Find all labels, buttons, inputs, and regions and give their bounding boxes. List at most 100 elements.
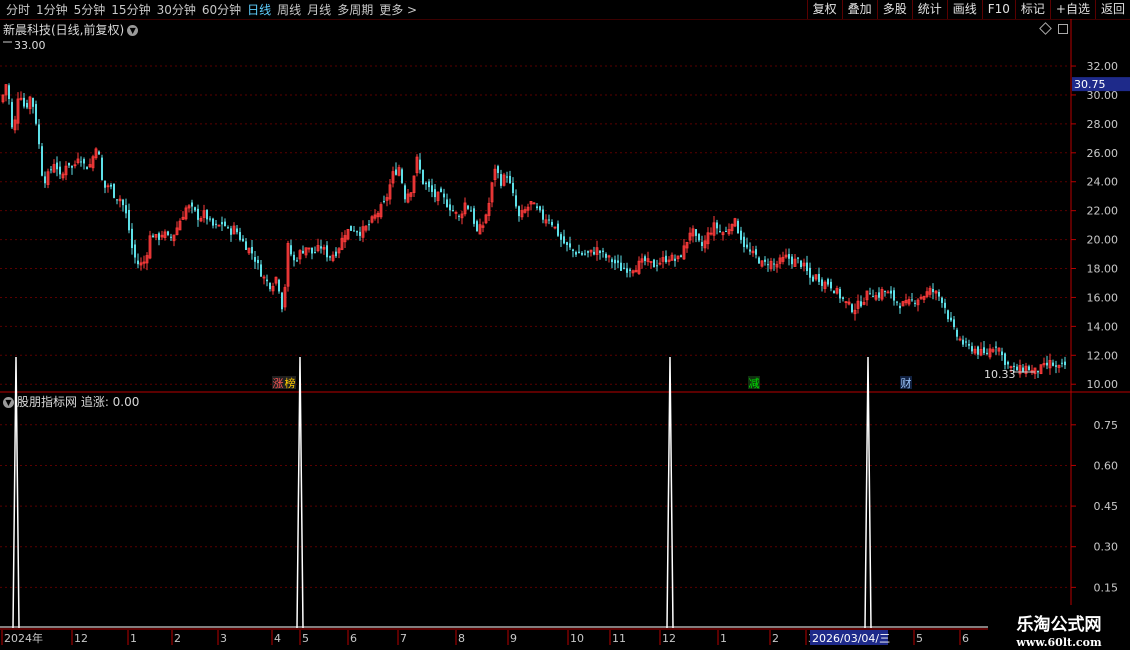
- candle-body: [860, 301, 862, 307]
- high-price-label: 33.00: [14, 39, 46, 52]
- candle-body: [1037, 370, 1039, 373]
- candle-body: [56, 162, 58, 170]
- candle-body: [443, 193, 445, 198]
- candle-body: [773, 263, 775, 265]
- candle-body: [791, 256, 793, 265]
- candle-body: [329, 256, 331, 258]
- candle-body: [122, 199, 124, 206]
- candle-body: [467, 205, 469, 209]
- candle-body: [623, 267, 625, 269]
- candle-body: [152, 235, 154, 238]
- candle-body: [788, 254, 790, 259]
- candle-body: [302, 250, 304, 254]
- candle-body: [986, 352, 988, 354]
- date-label: 2: [772, 632, 779, 645]
- candle-body: [1028, 366, 1030, 371]
- candle-body: [800, 260, 802, 268]
- indicator-tick-label: 0.15: [1094, 581, 1119, 594]
- candle-body: [842, 297, 844, 299]
- candle-body: [110, 184, 112, 187]
- candle-body: [1016, 366, 1018, 371]
- main-chart-title: 新晨科技(日线,前复权) ▼: [3, 21, 139, 38]
- candle-body: [311, 247, 313, 254]
- candle-body: [473, 208, 475, 224]
- candle-body: [458, 215, 460, 217]
- candle-body: [125, 205, 127, 214]
- candle-body: [665, 255, 667, 263]
- date-label: 1: [130, 632, 137, 645]
- price-tick-label: 16.00: [1087, 291, 1119, 304]
- candle-body: [422, 169, 424, 184]
- candle-body: [740, 230, 742, 240]
- candle-body: [41, 146, 43, 176]
- candle-body: [290, 245, 292, 255]
- date-label: 2: [174, 632, 181, 645]
- candle-body: [242, 238, 244, 242]
- candle-body: [983, 347, 985, 354]
- date-label: 6: [350, 632, 357, 645]
- candle-body: [446, 199, 448, 207]
- chevron-down-icon[interactable]: ▼: [3, 397, 14, 408]
- stock-title: 新晨科技(日线,前复权): [3, 23, 125, 37]
- candle-body: [452, 210, 454, 212]
- candle-body: [104, 180, 106, 188]
- candle-body: [230, 228, 232, 235]
- candle-body: [893, 290, 895, 301]
- candle-body: [587, 251, 589, 253]
- candle-body: [764, 259, 766, 262]
- candle-body: [812, 276, 814, 282]
- candle-body: [221, 222, 223, 225]
- candle-body: [557, 223, 559, 236]
- candle-body: [8, 85, 10, 100]
- candle-body: [944, 302, 946, 308]
- date-label: 5: [916, 632, 923, 645]
- candle-body: [806, 262, 808, 272]
- candle-body: [35, 104, 37, 124]
- candle-body: [674, 258, 676, 261]
- indicator-header: ▼ 股朋指标网 追涨: 0.00: [3, 393, 139, 410]
- candle-body: [425, 182, 427, 185]
- candle-body: [896, 301, 898, 303]
- date-label: 8: [458, 632, 465, 645]
- candle-body: [563, 236, 565, 244]
- candle-body: [1001, 351, 1003, 356]
- candle-body: [239, 232, 241, 240]
- window-toggle-icon[interactable]: [1058, 24, 1068, 34]
- event-marker-label: 减: [749, 377, 760, 390]
- candle-body: [1004, 353, 1006, 365]
- candle-body: [749, 249, 751, 252]
- candle-body: [251, 246, 253, 254]
- candle-body: [572, 249, 574, 251]
- date-label: 12: [74, 632, 88, 645]
- candle-body: [851, 304, 853, 313]
- candle-body: [260, 264, 262, 277]
- candle-body: [767, 264, 769, 266]
- candle-body: [506, 176, 508, 178]
- candle-body: [737, 220, 739, 234]
- candle-body: [353, 230, 355, 232]
- candle-body: [350, 225, 352, 231]
- candle-body: [878, 292, 880, 298]
- candle-body: [395, 169, 397, 175]
- candle-body: [38, 124, 40, 145]
- candle-body: [59, 166, 61, 175]
- candle-body: [212, 218, 214, 226]
- candle-body: [965, 341, 967, 343]
- candle-body: [11, 102, 13, 128]
- candle-body: [512, 182, 514, 194]
- candle-body: [1055, 365, 1057, 367]
- candle-body: [626, 268, 628, 273]
- candle-body: [581, 252, 583, 255]
- low-price-label: 10.33: [984, 368, 1016, 381]
- date-label: 2024年: [4, 631, 43, 645]
- candle-body: [335, 251, 337, 257]
- candle-body: [86, 166, 88, 170]
- event-marker-label: 榜: [285, 376, 296, 390]
- candle-body: [1007, 361, 1009, 365]
- candle-body: [548, 219, 550, 221]
- kline-chart[interactable]: 10.00 12.00 14.00 16.00 18.00 20.00 22.00 24.00…: [0, 0, 1130, 650]
- candle-body: [128, 209, 130, 231]
- chevron-down-icon[interactable]: ▼: [127, 25, 139, 36]
- candle-body: [476, 221, 478, 231]
- candle-body: [1064, 361, 1066, 366]
